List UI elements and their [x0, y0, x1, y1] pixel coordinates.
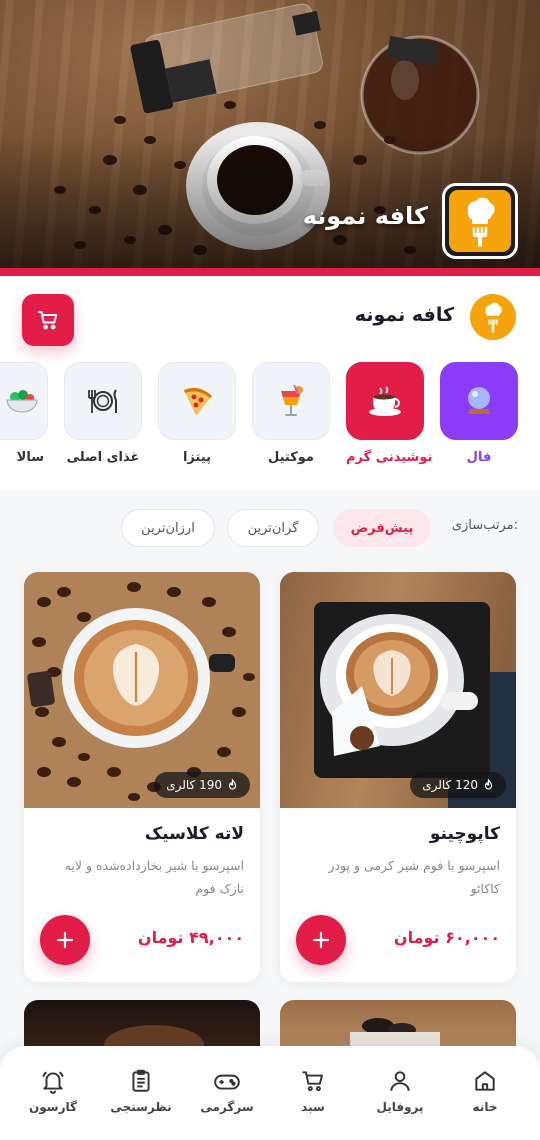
crystal-ball-icon [468, 387, 490, 414]
sort-option-default[interactable]: پیش‌فرض [333, 509, 431, 547]
hero-title: کافه نمونه [302, 202, 428, 230]
chef-fork-icon [485, 302, 502, 333]
shop-logo [470, 294, 516, 340]
sort-option-cheap[interactable]: ارزان‌ترین [121, 509, 215, 547]
nav-label: خانه [472, 1100, 498, 1114]
plus-icon [56, 931, 74, 949]
sort-label: مرتب‌سازی: [451, 518, 518, 533]
calorie-text: 190 کالری [166, 778, 222, 792]
nav-profile[interactable]: پروفایل [355, 1066, 445, 1114]
calorie-badge: 190 کالری [154, 772, 250, 798]
cocktail-icon [281, 384, 303, 416]
sort-option-expensive[interactable]: گران‌ترین [227, 509, 319, 547]
add-to-cart-button[interactable] [296, 915, 346, 965]
product-card[interactable]: 120 کالری کاپوچینو اسپرسو با فوم شیر کرم… [280, 572, 516, 982]
product-description: اسپرسو با شیر بخارداده‌شده و لایه نازک ف… [64, 858, 244, 896]
plate-icon [88, 389, 117, 413]
pizza-icon [184, 388, 212, 416]
category-label: سالا [16, 450, 44, 465]
plus-icon [312, 931, 330, 949]
product-name: کاپوچینو [429, 824, 500, 844]
category-main-course[interactable]: غذای اصلی [64, 362, 142, 465]
hero-logo [442, 183, 518, 259]
category-pizza[interactable]: پیتزا [158, 362, 236, 465]
nav-home[interactable]: خانه [440, 1066, 530, 1114]
salad-icon [6, 390, 38, 413]
bell-icon [42, 1071, 64, 1094]
product-name: لاته کلاسیک [144, 824, 244, 844]
category-label: موکتیل [268, 450, 314, 465]
category-label: غذای اصلی [66, 450, 140, 465]
gamepad-icon [214, 1074, 240, 1090]
user-icon [390, 1071, 410, 1091]
nav-entertainment[interactable]: سرگرمی [182, 1066, 272, 1114]
flame-icon [228, 779, 237, 790]
shop-title: کافه نمونه [354, 304, 454, 326]
home-icon [475, 1071, 495, 1091]
coffee-cup-icon [369, 386, 401, 416]
nav-label: نظرسنجی [110, 1100, 172, 1114]
nav-cart[interactable]: سبد [268, 1066, 358, 1114]
category-hot-drinks[interactable]: نوشیدنی گرم [346, 362, 433, 465]
category-label: نوشیدنی گرم [346, 450, 433, 465]
nav-survey[interactable]: نظرسنجی [96, 1066, 186, 1114]
category-label: فال [466, 450, 492, 465]
nav-label: سرگرمی [200, 1100, 254, 1114]
product-price: ۶۰,۰۰۰ تومان [393, 928, 500, 947]
calorie-badge: 120 کالری [410, 772, 506, 798]
hero-accent-strip [0, 268, 540, 276]
category-label: پیتزا [182, 450, 212, 465]
category-mocktail[interactable]: موکتیل [252, 362, 330, 465]
category-fortune[interactable]: فال [440, 362, 518, 465]
flame-icon [484, 779, 493, 790]
product-description: اسپرسو با فوم شیر کرمی و پودر کاکائو [328, 858, 500, 896]
bottom-navigation: خانه پروفایل سبد سرگرمی نظرسنجی گارسون [0, 1046, 540, 1140]
product-price: ۴۹,۰۰۰ تومان [137, 928, 244, 947]
category-salad[interactable]: سالا [0, 362, 48, 465]
cart-icon [38, 311, 58, 330]
nav-label: پروفایل [376, 1100, 424, 1114]
nav-label: سبد [301, 1100, 325, 1114]
chef-fork-icon [467, 197, 495, 247]
clipboard-icon [132, 1069, 150, 1092]
calorie-text: 120 کالری [422, 778, 478, 792]
nav-label: گارسون [29, 1100, 77, 1114]
shop-header: کافه نمونه فال نوشیدنی گرم موکتیل پیتزا … [0, 276, 540, 490]
product-card[interactable]: 190 کالری لاته کلاسیک اسپرسو با شیر بخار… [24, 572, 260, 982]
add-to-cart-button[interactable] [40, 915, 90, 965]
cart-icon [302, 1071, 323, 1092]
cart-button[interactable] [22, 294, 74, 346]
nav-waiter[interactable]: گارسون [8, 1066, 98, 1114]
